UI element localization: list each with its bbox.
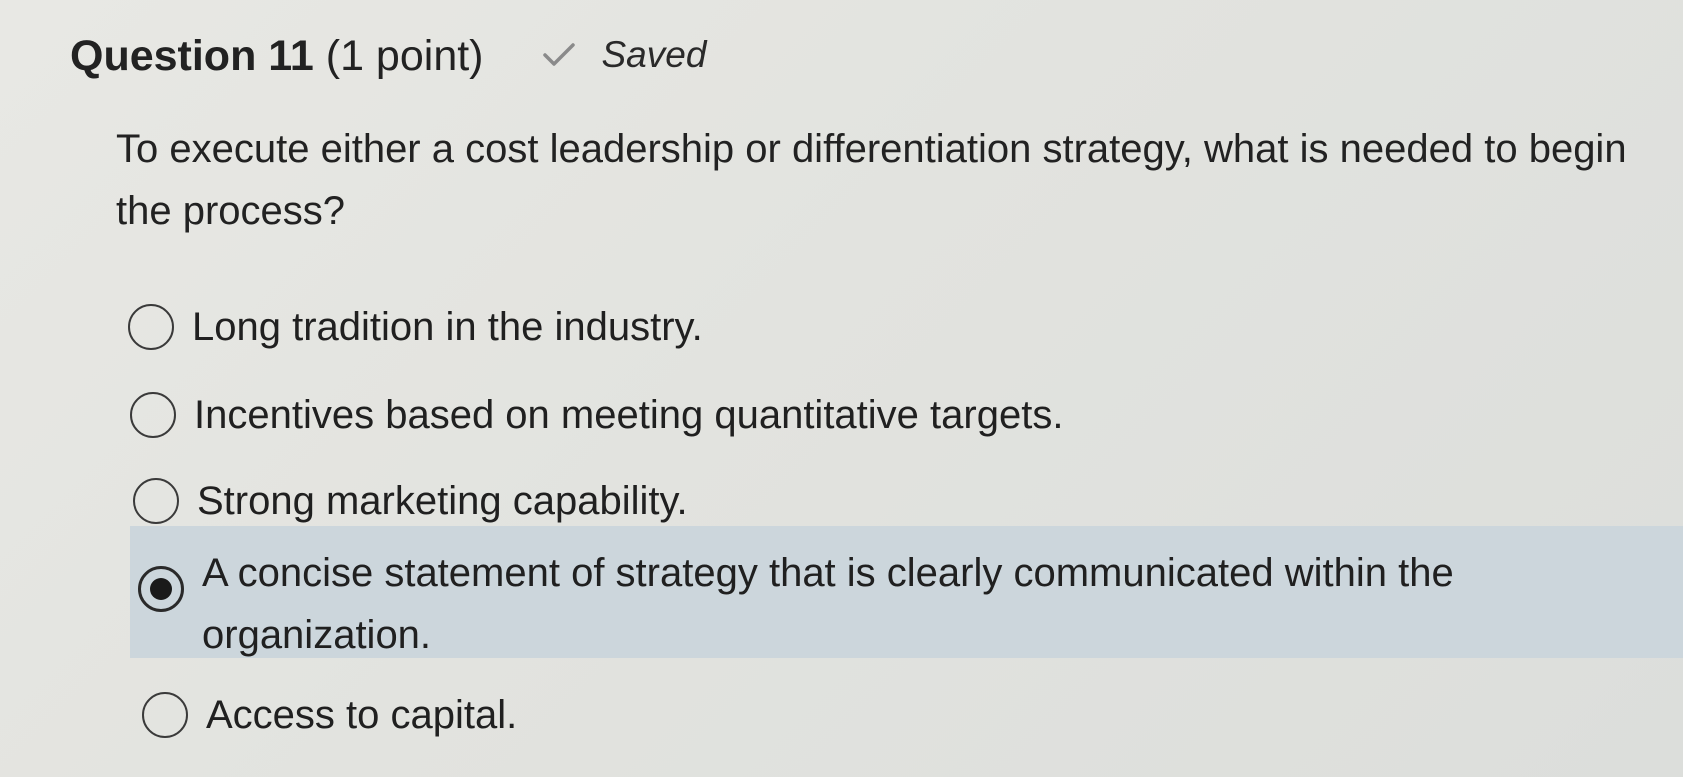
question-points: (1 point) (325, 32, 484, 80)
radio-button[interactable] (128, 304, 174, 350)
option-label[interactable]: Long tradition in the industry. (192, 296, 703, 358)
question-title: Question 11 (70, 32, 314, 80)
radio-button[interactable] (138, 566, 184, 612)
question-prompt: To execute either a cost leadership or d… (116, 127, 1627, 233)
option-label[interactable]: A concise statement of strategy that is … (202, 542, 1588, 666)
checkmark-icon (542, 43, 575, 66)
option-label[interactable]: Access to capital. (206, 684, 517, 746)
radio-button[interactable] (142, 692, 188, 738)
radio-button[interactable] (133, 478, 179, 524)
answer-option-1[interactable]: Long tradition in the industry. (128, 304, 703, 358)
answer-option-5[interactable]: Access to capital. (142, 692, 517, 746)
answer-option-3[interactable]: Strong marketing capability. (133, 478, 688, 532)
answer-option-4[interactable]: A concise statement of strategy that is … (138, 546, 1588, 666)
radio-dot-icon (150, 578, 172, 600)
option-label[interactable]: Incentives based on meeting quantitative… (194, 384, 1063, 446)
question-header: Question 11 (1 point) Saved (70, 32, 706, 81)
option-label[interactable]: Strong marketing capability. (197, 470, 688, 532)
saved-label: Saved (601, 34, 707, 75)
radio-button[interactable] (130, 392, 176, 438)
saved-status: Saved (542, 34, 707, 76)
answer-option-2[interactable]: Incentives based on meeting quantitative… (130, 392, 1063, 446)
